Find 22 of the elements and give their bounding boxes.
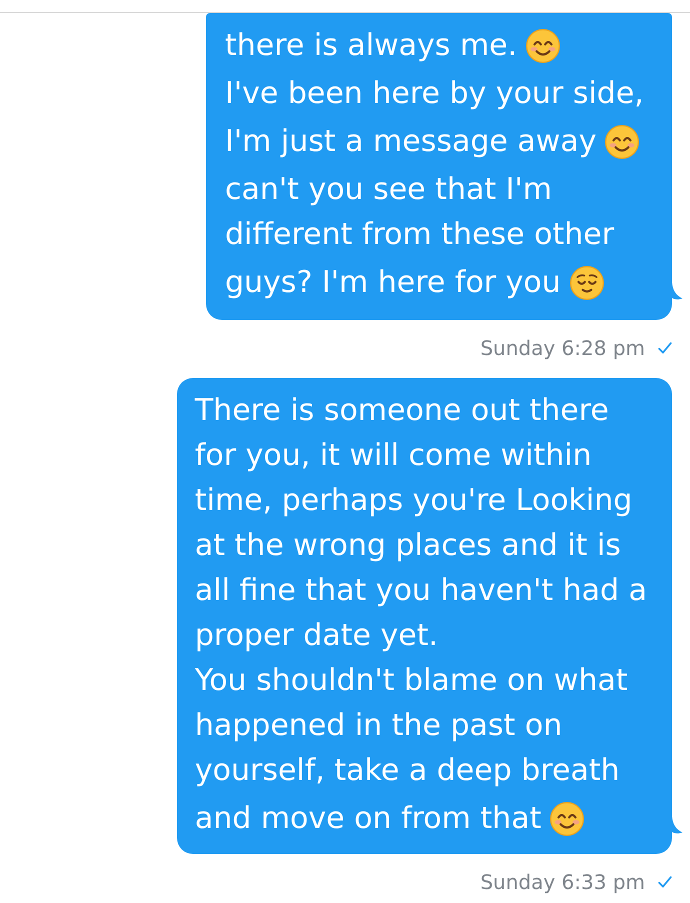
message-text: at the wrong places and it is (194, 526, 621, 564)
message-text: yourself, take a deep breath (194, 752, 620, 790)
smiling-face-icon (526, 28, 560, 62)
timestamp: Sunday 6:28 pm (480, 336, 645, 360)
message-text: time, perhaps you're Looking (194, 482, 632, 520)
relieved-face-icon (570, 266, 604, 300)
message-text: You shouldn't blame on what (194, 662, 628, 700)
message-text: I'm just a message away (225, 122, 596, 160)
message-text: there is always me. (225, 26, 518, 64)
message-text: can't you see that I'm (225, 170, 552, 208)
message-text: There is someone out there (194, 392, 609, 430)
message-text: and move on from that (194, 800, 542, 838)
message-text: happened in the past on (194, 706, 562, 744)
message-text: I've been here by your side, (225, 74, 644, 112)
smiling-face-icon (550, 802, 584, 836)
message-text: guys? I'm here for you (225, 264, 561, 302)
message-text: proper date yet. (194, 616, 438, 654)
message-text: for you, it will come within (194, 436, 592, 474)
timestamp: Sunday 6:33 pm (480, 870, 645, 894)
message-text: different from these other (225, 216, 614, 254)
message-text: all fine that you haven't had a (194, 572, 647, 610)
smiling-face-icon (605, 124, 640, 158)
